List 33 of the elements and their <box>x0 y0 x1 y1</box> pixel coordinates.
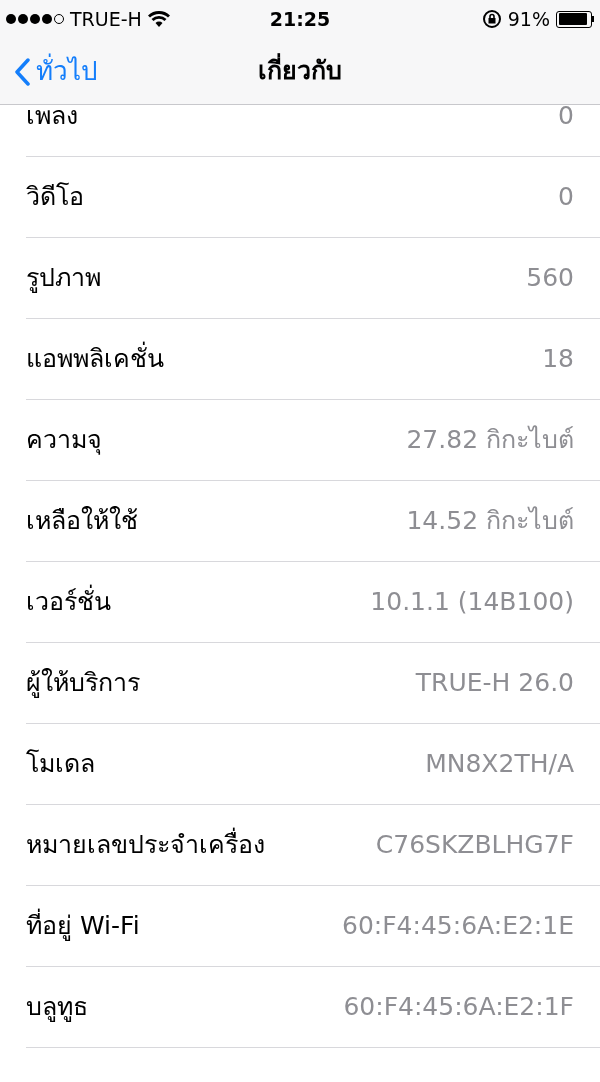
row-value: 560 <box>526 262 574 295</box>
row-value: 27.82 กิกะไบต์ <box>406 424 574 457</box>
row-label: ที่อยู่ Wi-Fi <box>26 907 140 945</box>
row-label: รูปภาพ <box>26 262 101 295</box>
chevron-left-icon <box>14 57 30 86</box>
row-value: 0 <box>558 100 574 133</box>
row-value: TRUE-H 26.0 <box>415 667 574 700</box>
row-value: 10.1.1 (14B100) <box>370 586 574 619</box>
screen-title: เกี่ยวกับ <box>258 52 342 90</box>
row-label: ผู้ให้บริการ <box>26 667 140 700</box>
row-label: เหลือให้ใช้ <box>26 505 138 538</box>
row-label: บลูทูธ <box>26 991 88 1024</box>
row-label: แอพพลิเคชั่น <box>26 340 164 378</box>
row-value: MN8X2TH/A <box>425 748 574 781</box>
clock-time: 21:25 <box>269 6 331 32</box>
battery-icon <box>556 10 594 28</box>
row-label: เวอร์ชั่น <box>26 583 111 621</box>
row-label: หมายเลขประจำเครื่อง <box>26 826 265 864</box>
row-value: 18 <box>542 343 574 376</box>
battery-percent: 91% <box>507 6 550 32</box>
row-label: ความจุ <box>26 424 102 457</box>
wifi-icon <box>147 11 170 27</box>
row-value: 14.52 กิกะไบต์ <box>406 505 574 538</box>
row-label: วิดีโอ <box>26 181 84 214</box>
row-value: C76SKZBLHG7F <box>375 829 574 862</box>
row-value: 60:F4:45:6A:E2:1E <box>342 910 574 943</box>
row-value: 0 <box>558 181 574 214</box>
back-button[interactable]: ทั่วไป <box>14 52 98 91</box>
carrier-name: TRUE-H <box>70 6 142 32</box>
rotation-lock-icon <box>481 9 502 29</box>
row-label: เพลง <box>26 100 78 133</box>
row-label: โมเดล <box>26 748 95 781</box>
row-value: 60:F4:45:6A:E2:1F <box>343 991 574 1024</box>
